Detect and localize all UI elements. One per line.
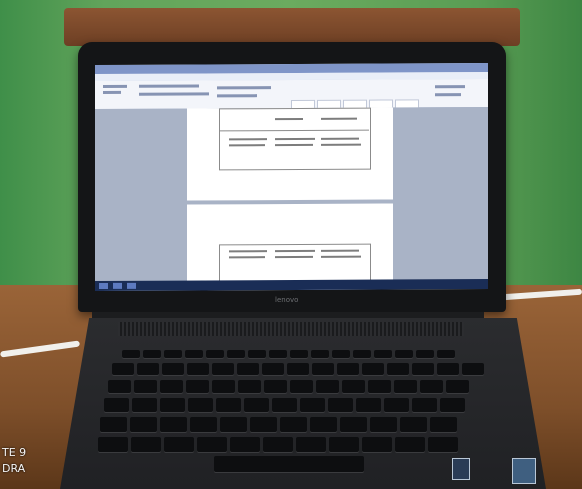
keyboard-key: [311, 350, 329, 358]
keyboard-key: [206, 350, 224, 358]
spacebar-key: [214, 456, 364, 472]
keyboard-key: [220, 417, 247, 432]
keyboard-key: [446, 380, 469, 393]
keyboard-key: [131, 437, 161, 452]
keyboard-key: [160, 398, 185, 412]
keyboard-key: [387, 363, 409, 375]
laptop-screen: [95, 62, 488, 292]
keyboard-key: [312, 363, 334, 375]
keyboard-key: [368, 380, 391, 393]
word-ribbon: [95, 78, 488, 117]
keyboard-key: [342, 380, 365, 393]
taskbar-app-icon: [127, 282, 136, 289]
keyboard-key: [362, 437, 392, 452]
keyboard-key: [337, 363, 359, 375]
keyboard-key: [412, 398, 437, 412]
keyboard-key: [412, 363, 434, 375]
keyboard-key: [164, 350, 182, 358]
keyboard-key: [238, 380, 261, 393]
keyboard-key: [374, 350, 392, 358]
keyboard-key: [143, 350, 161, 358]
keyboard-key: [310, 417, 337, 432]
keyboard-key: [316, 380, 339, 393]
keyboard-key: [437, 350, 455, 358]
keyboard-key: [329, 437, 359, 452]
windows-taskbar: [95, 278, 488, 292]
taskbar-app-icon: [113, 282, 122, 289]
wooden-chair-back: [64, 8, 520, 46]
keyboard-key: [280, 417, 307, 432]
keyboard-key: [300, 398, 325, 412]
keyboard-key: [287, 363, 309, 375]
keyboard-key: [197, 437, 227, 452]
keyboard-key: [384, 398, 409, 412]
keyboard-key: [162, 363, 184, 375]
keyboard-key: [395, 437, 425, 452]
photo-overlay-text-1: TE 9: [2, 446, 27, 459]
keyboard-key: [104, 398, 129, 412]
keyboard-key: [264, 380, 287, 393]
keyboard-key: [437, 363, 459, 375]
photo-overlay-text-2: DRA: [2, 462, 26, 475]
keyboard-key: [190, 417, 217, 432]
keyboard-key: [98, 437, 128, 452]
keyboard-key: [269, 350, 287, 358]
windows-sticker-icon: [452, 458, 470, 480]
keyboard-key: [395, 350, 413, 358]
keyboard-key: [108, 380, 131, 393]
keyboard-key: [296, 437, 326, 452]
keyboard-key: [122, 350, 140, 358]
keyboard-key: [100, 417, 127, 432]
keyboard-key: [370, 417, 397, 432]
keyboard-key: [188, 398, 213, 412]
keyboard-key: [416, 350, 434, 358]
keyboard-key: [237, 363, 259, 375]
document-page-lower: [187, 203, 393, 285]
keyboard-key: [462, 363, 484, 375]
keyboard-key: [420, 380, 443, 393]
document-area: [95, 106, 488, 285]
keyboard-key: [230, 437, 260, 452]
keyboard-key: [130, 417, 157, 432]
keyboard-key: [263, 437, 293, 452]
keyboard-key: [132, 398, 157, 412]
keyboard-key: [353, 350, 371, 358]
keyboard-key: [290, 350, 308, 358]
keyboard-key: [244, 398, 269, 412]
keyboard-key: [340, 417, 367, 432]
document-page-upper: [187, 107, 393, 201]
keyboard-key: [112, 363, 134, 375]
keyboard-key: [356, 398, 381, 412]
keyboard-key: [332, 350, 350, 358]
speaker-grille: [118, 322, 464, 336]
keyboard-key: [394, 380, 417, 393]
keyboard-key: [212, 363, 234, 375]
keyboard-key: [160, 380, 183, 393]
keyboard-key: [290, 380, 313, 393]
start-button-icon: [99, 282, 108, 290]
keyboard-key: [262, 363, 284, 375]
keyboard-key: [134, 380, 157, 393]
photo-scene: lenovo TE 9 DRA: [0, 0, 582, 489]
keyboard-key: [212, 380, 235, 393]
intel-sticker-icon: [512, 458, 536, 484]
keyboard-key: [186, 380, 209, 393]
keyboard-key: [250, 417, 277, 432]
keyboard-key: [400, 417, 427, 432]
keyboard-key: [185, 350, 203, 358]
keyboard-key: [187, 363, 209, 375]
keyboard-key: [227, 350, 245, 358]
keyboard-key: [362, 363, 384, 375]
keyboard-key: [440, 398, 465, 412]
keyboard-key: [272, 398, 297, 412]
keyboard-key: [160, 417, 187, 432]
keyboard-key: [164, 437, 194, 452]
keyboard-key: [430, 417, 457, 432]
keyboard-key: [216, 398, 241, 412]
lenovo-bezel-logo: lenovo: [275, 296, 299, 304]
keyboard-key: [328, 398, 353, 412]
keyboard-key: [248, 350, 266, 358]
keyboard-key: [428, 437, 458, 452]
keyboard-key: [137, 363, 159, 375]
